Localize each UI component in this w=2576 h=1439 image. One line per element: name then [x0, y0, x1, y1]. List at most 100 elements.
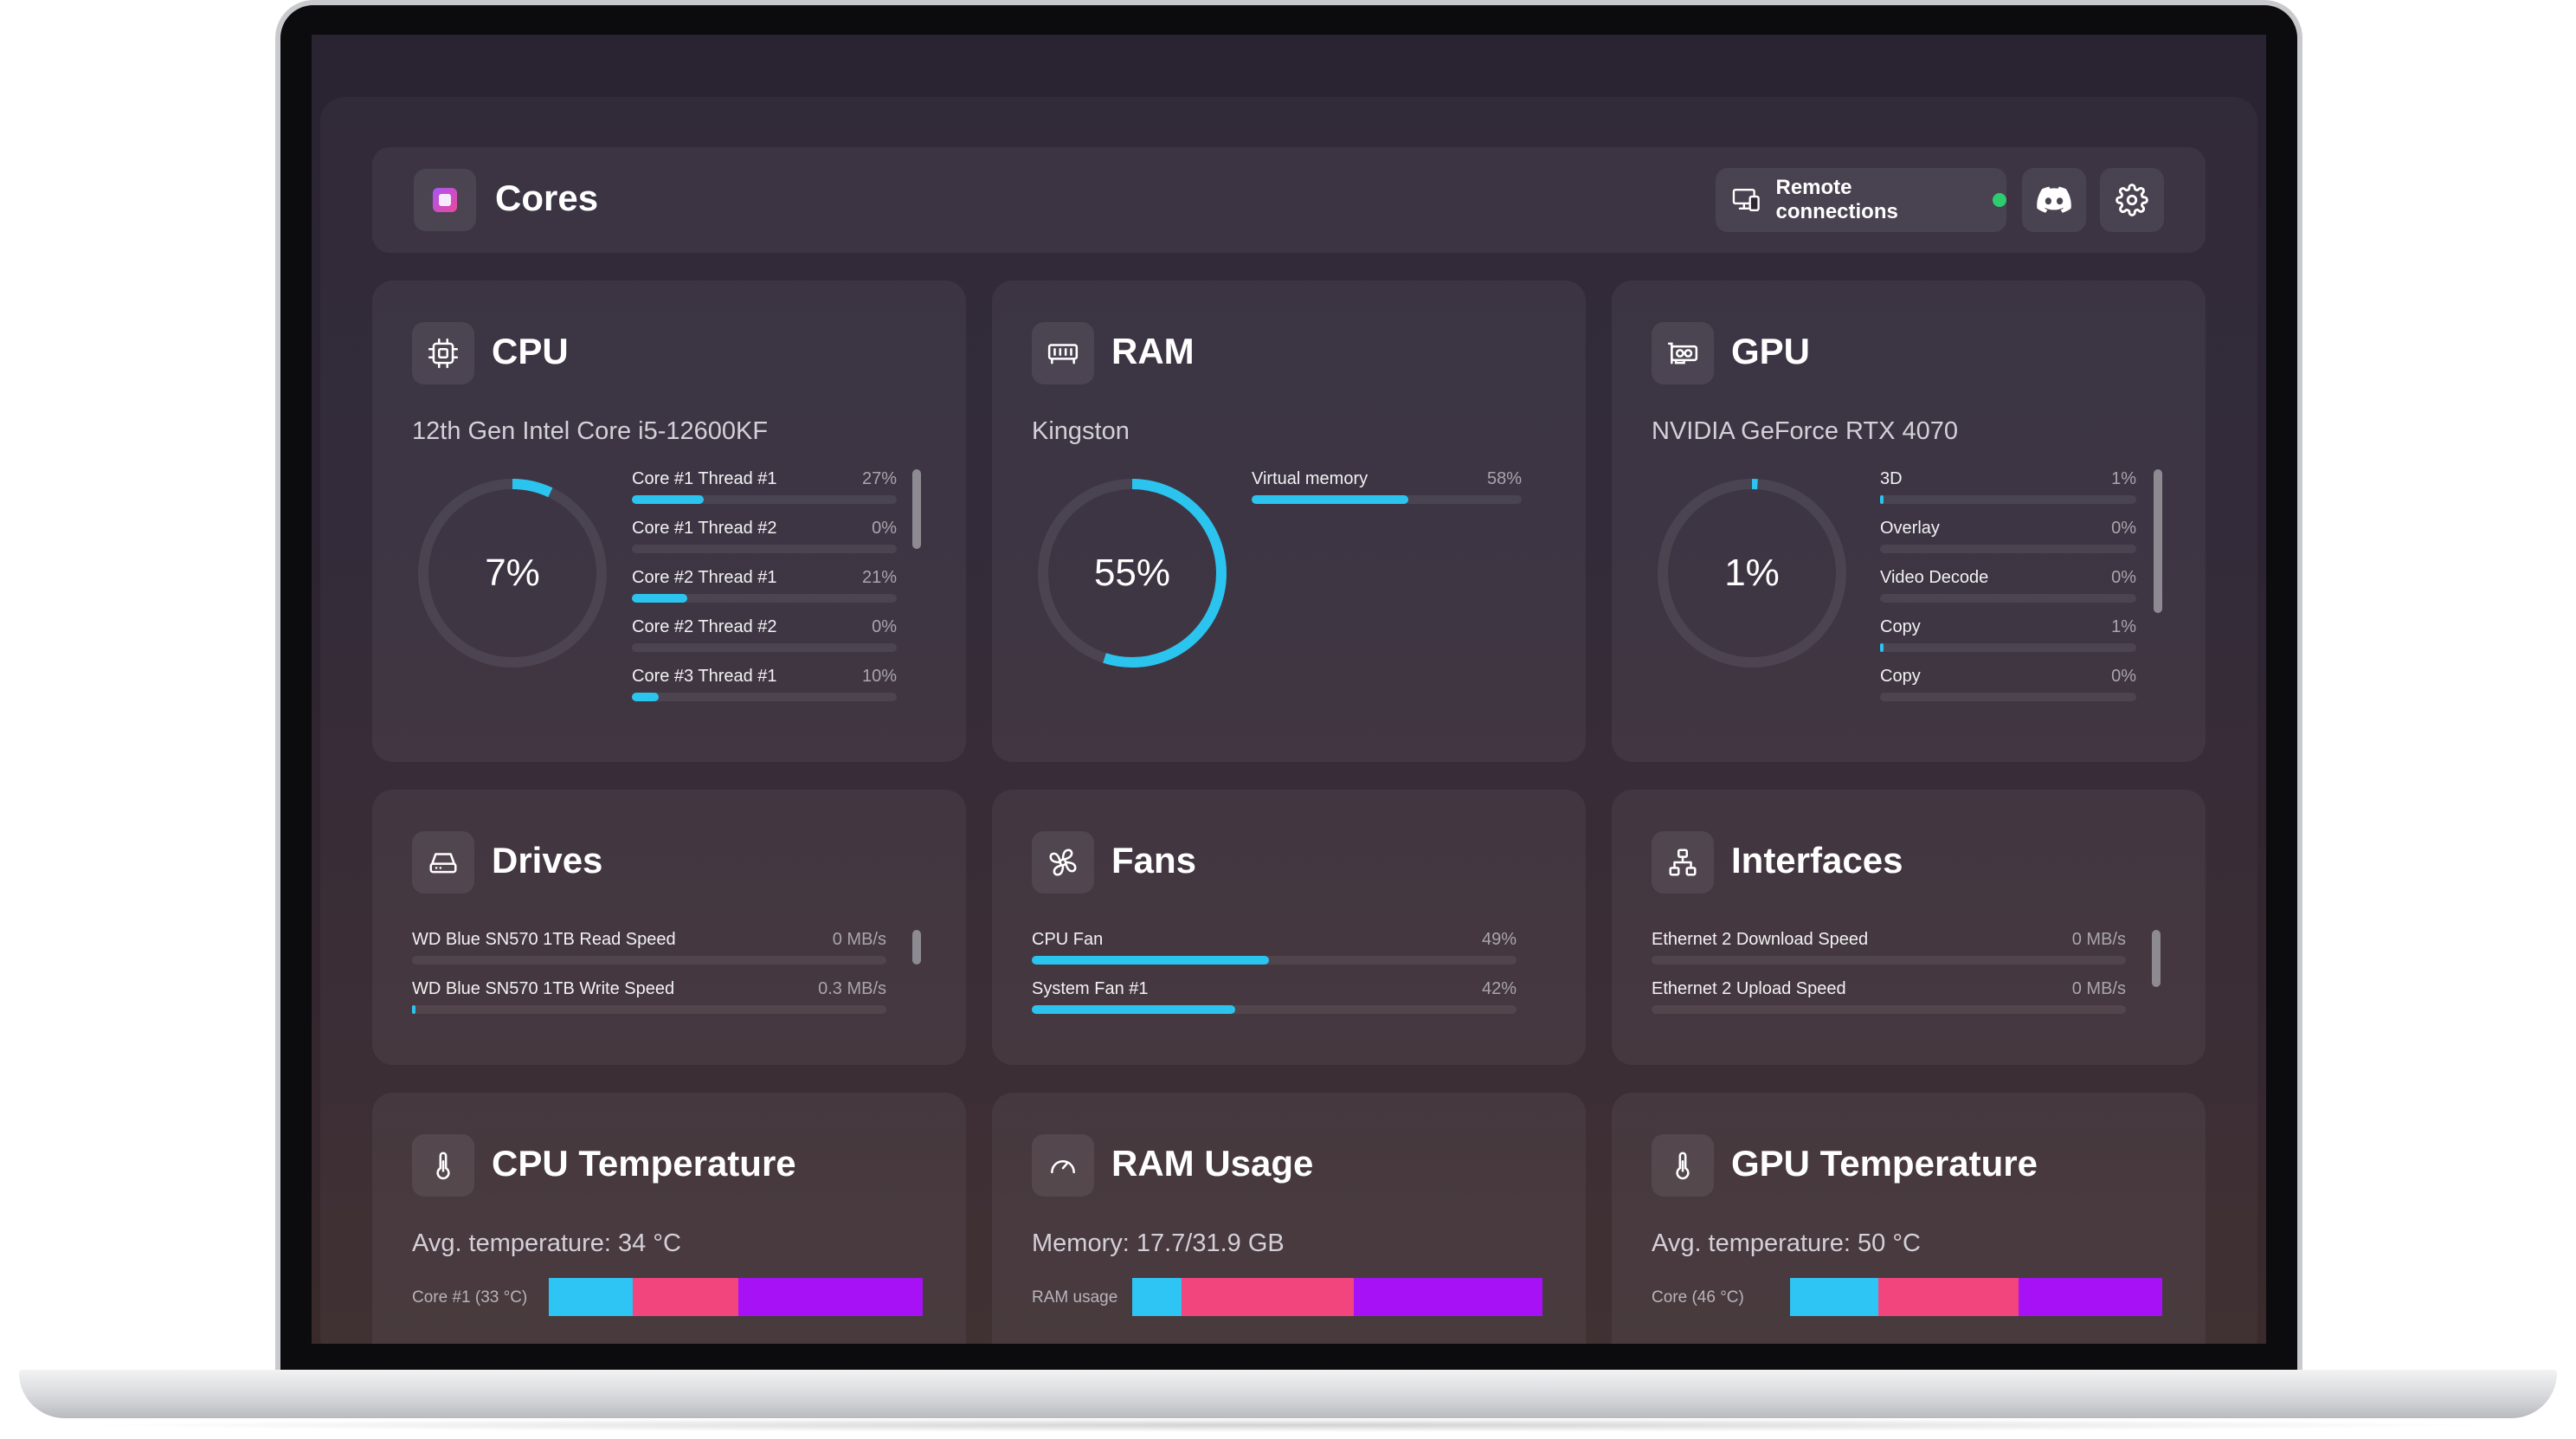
gpu-engine-row: Copy 0%	[1880, 667, 2136, 716]
ram-usage-card: RAM Usage Memory: 17.7/31.9 GB RAM usage	[992, 1093, 1586, 1344]
cpu-thread-list[interactable]: Core #1 Thread #1 27% Core #1 Thread #2 …	[632, 469, 897, 716]
usage-segment-cyan	[1132, 1278, 1182, 1316]
ram-title: RAM	[1111, 331, 1195, 371]
ram-usage-value: 55%	[1093, 552, 1171, 594]
discord-icon	[2037, 186, 2071, 213]
interfaces-title: Interfaces	[1731, 840, 1903, 881]
cpu-list-scrollbar[interactable]	[912, 469, 921, 549]
speedometer-icon	[1032, 1134, 1094, 1197]
drives-card: Drives WD Blue SN570 1TB Read Speed 0 MB…	[372, 790, 966, 1065]
ram-usage-label: RAM usage	[1032, 1288, 1118, 1307]
temp-segment-purple	[2019, 1278, 2162, 1316]
cpu-thread-row: Core #1 Thread #2 0%	[632, 519, 897, 568]
drive-read-row: WD Blue SN570 1TB Read Speed 0 MB/s	[412, 930, 886, 979]
laptop-base	[19, 1370, 2557, 1418]
settings-button[interactable]	[2100, 168, 2164, 232]
gpu-core-temp-row: Core (46 °C)	[1652, 1278, 2162, 1316]
cpu-avg-temperature: Avg. temperature: 34 °C	[412, 1229, 681, 1257]
gpu-card: GPU NVIDIA GeForce RTX 4070 1% 3D 1% Ove…	[1612, 281, 2206, 762]
virtual-memory-bar-fill	[1252, 495, 1408, 504]
cpu-thread-row: Core #2 Thread #1 21%	[632, 568, 897, 617]
temp-segment-purple	[738, 1278, 923, 1316]
remote-connections-button[interactable]: Remote connections	[1716, 168, 2007, 232]
fans-bar-list: CPU Fan 49% System Fan #1 42%	[1032, 930, 1517, 1029]
cpu-card: CPU 12th Gen Intel Core i5-12600KF 7% Co…	[372, 281, 966, 762]
ram-memory-amount: Memory: 17.7/31.9 GB	[1032, 1229, 1285, 1257]
fans-title: Fans	[1111, 840, 1197, 881]
usage-segment-purple	[1354, 1278, 1542, 1316]
gpu-core-temp-label: Core (46 °C)	[1652, 1288, 1744, 1307]
gpu-engine-row: Copy 1%	[1880, 617, 2136, 667]
fans-card: Fans CPU Fan 49% System Fan #1 42%	[992, 790, 1586, 1065]
interfaces-card: Interfaces Ethernet 2 Download Speed 0 M…	[1612, 790, 2206, 1065]
memory-module-icon	[1032, 322, 1094, 384]
remote-devices-icon	[1732, 188, 1760, 212]
cpu-temp-bar	[549, 1278, 923, 1316]
drives-list-scrollbar[interactable]	[912, 930, 921, 965]
gpu-model: NVIDIA GeForce RTX 4070	[1652, 417, 1959, 445]
cpu-title: CPU	[492, 331, 569, 371]
discord-button[interactable]	[2022, 168, 2086, 232]
graphics-card-icon	[1652, 322, 1714, 384]
cpu-fan-row: CPU Fan 49%	[1032, 930, 1517, 979]
temp-segment-pink	[633, 1278, 738, 1316]
interfaces-list-scrollbar[interactable]	[2152, 930, 2161, 987]
fan-bar-fill	[1032, 956, 1270, 965]
gpu-temperature-card: GPU Temperature Avg. temperature: 50 °C …	[1612, 1093, 2206, 1344]
app-logo-icon	[414, 169, 476, 231]
thermometer-icon	[1652, 1134, 1714, 1197]
cpu-thread-row: Core #3 Thread #1 10%	[632, 667, 897, 716]
ram-usage-title: RAM Usage	[1111, 1143, 1314, 1184]
cpu-chip-icon	[412, 322, 474, 384]
laptop-screen: Cores Remote connections CPU 12th Gen In…	[312, 35, 2266, 1344]
remote-connections-label: Remote connections	[1775, 176, 1898, 223]
engine-bar-fill	[1880, 643, 1884, 652]
usage-segment-pink	[1182, 1278, 1354, 1316]
cpu-thread-row: Core #1 Thread #1 27%	[632, 469, 897, 519]
virtual-memory-row: Virtual memory 58%	[1252, 469, 1522, 519]
ram-bar-list: Virtual memory 58%	[1252, 469, 1522, 519]
thermometer-icon	[412, 1134, 474, 1197]
drive-write-row: WD Blue SN570 1TB Write Speed 0.3 MB/s	[412, 979, 886, 1029]
app-window: Cores Remote connections CPU 12th Gen In…	[320, 97, 2257, 1344]
gpu-usage-value: 1%	[1724, 552, 1780, 594]
gpu-engine-row: Overlay 0%	[1880, 519, 2136, 568]
gpu-engine-list[interactable]: 3D 1% Overlay 0% Video Decode 0% Copy 1%	[1880, 469, 2136, 716]
ram-usage-row: RAM usage	[1032, 1278, 1542, 1316]
engine-bar-fill	[1880, 495, 1884, 504]
gpu-avg-temperature: Avg. temperature: 50 °C	[1652, 1229, 1921, 1257]
ram-usage-bar	[1132, 1278, 1542, 1316]
gpu-engine-row: Video Decode 0%	[1880, 568, 2136, 617]
laptop-shadow	[69, 1418, 2507, 1432]
cpu-model: 12th Gen Intel Core i5-12600KF	[412, 417, 769, 445]
interfaces-bar-list[interactable]: Ethernet 2 Download Speed 0 MB/s Etherne…	[1652, 930, 2126, 1029]
drive-bar-fill	[412, 1005, 415, 1014]
gpu-title: GPU	[1731, 331, 1811, 371]
app-title: Cores	[495, 177, 599, 218]
cpu-thread-row: Core #2 Thread #2 0%	[632, 617, 897, 667]
drives-title: Drives	[492, 840, 603, 881]
download-speed-row: Ethernet 2 Download Speed 0 MB/s	[1652, 930, 2126, 979]
ram-card: RAM Kingston 55% Virtual memory 58%	[992, 281, 1586, 762]
temp-segment-pink	[1878, 1278, 2019, 1316]
cpu-core-temp-label: Core #1 (33 °C)	[412, 1288, 528, 1307]
temp-segment-cyan	[549, 1278, 633, 1316]
thread-bar-fill	[632, 495, 704, 504]
cpu-temperature-card: CPU Temperature Avg. temperature: 34 °C …	[372, 1093, 966, 1344]
cpu-usage-value: 7%	[485, 552, 540, 594]
network-icon	[1652, 831, 1714, 894]
temp-segment-cyan	[1790, 1278, 1878, 1316]
gear-icon	[2116, 184, 2148, 216]
thread-bar-fill	[632, 693, 659, 701]
hard-drive-icon	[412, 831, 474, 894]
cpu-core-temp-row: Core #1 (33 °C)	[412, 1278, 923, 1316]
cpu-temperature-title: CPU Temperature	[492, 1143, 796, 1184]
status-online-dot	[1993, 193, 2007, 207]
gpu-list-scrollbar[interactable]	[2154, 469, 2162, 613]
top-bar: Cores Remote connections	[372, 147, 2206, 253]
fan-icon	[1032, 831, 1094, 894]
gpu-temp-bar	[1790, 1278, 2162, 1316]
drives-bar-list[interactable]: WD Blue SN570 1TB Read Speed 0 MB/s WD B…	[412, 930, 886, 1029]
fan-bar-fill	[1032, 1005, 1236, 1014]
thread-bar-fill	[632, 594, 688, 603]
